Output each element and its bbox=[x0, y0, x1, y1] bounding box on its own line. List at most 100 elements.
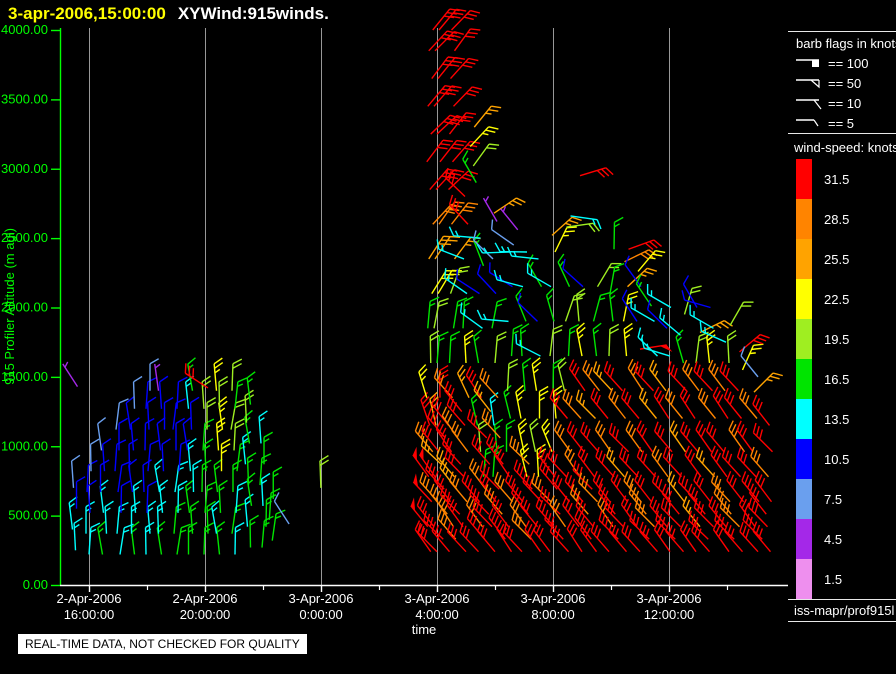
wind-barb bbox=[132, 375, 143, 409]
legend-row-label: == 50 bbox=[828, 75, 862, 91]
y-tick-label: 3500.00 bbox=[1, 91, 48, 106]
colorbar-label: 1.5 bbox=[824, 571, 843, 587]
colorbar-title: wind-speed: knots bbox=[794, 140, 896, 155]
wind-barb bbox=[712, 386, 729, 419]
wind-barb bbox=[754, 470, 773, 503]
wind-barb bbox=[185, 479, 195, 513]
colorbar-swatch bbox=[796, 439, 812, 479]
wind-barb bbox=[638, 387, 658, 419]
wind-barb bbox=[427, 84, 456, 107]
wind-barb bbox=[564, 293, 585, 322]
wind-barb bbox=[444, 447, 465, 478]
colorbar-entry: 19.5 bbox=[788, 319, 896, 359]
x-tick-time: 8:00:00 bbox=[531, 607, 574, 622]
wind-barb bbox=[473, 105, 502, 128]
wind-barb bbox=[527, 254, 543, 288]
barb-legend-title: barb flags in knots bbox=[796, 36, 896, 51]
wind-barb bbox=[580, 421, 600, 453]
wind-barb bbox=[564, 445, 581, 478]
wind-barb bbox=[73, 517, 83, 551]
pennant-open-icon bbox=[796, 79, 820, 89]
wind-barb bbox=[627, 267, 658, 288]
legend-row-label: == 100 bbox=[828, 55, 869, 71]
wind-barb bbox=[482, 196, 498, 222]
wind-barb bbox=[182, 416, 192, 451]
wind-barb bbox=[418, 364, 428, 398]
full-barb-icon bbox=[796, 99, 822, 110]
wind-barb bbox=[130, 521, 140, 555]
colorbar-entry: 25.5 bbox=[788, 239, 896, 279]
pennant-filled-icon bbox=[796, 59, 819, 67]
wind-barb bbox=[158, 375, 169, 409]
wind-barb bbox=[125, 396, 135, 430]
wind-barb bbox=[494, 331, 507, 364]
wind-barb bbox=[114, 439, 127, 472]
wind-barb bbox=[451, 420, 469, 453]
wind-barb bbox=[549, 324, 563, 357]
wind-barb bbox=[697, 387, 717, 419]
wind-barb bbox=[476, 264, 497, 295]
wind-barb bbox=[476, 309, 509, 323]
wind-barb bbox=[420, 391, 431, 426]
wind-barb bbox=[621, 521, 641, 553]
colorbar-swatch bbox=[796, 359, 812, 399]
wind-barb bbox=[479, 367, 499, 399]
watermark-bottom-divider bbox=[788, 621, 896, 622]
wind-barb bbox=[618, 447, 639, 478]
wind-barb bbox=[493, 197, 526, 214]
wind-barb bbox=[515, 384, 525, 419]
colorbar-entry: 31.5 bbox=[788, 159, 896, 199]
wind-barb bbox=[258, 410, 268, 444]
wind-barb bbox=[203, 438, 214, 472]
wind-barb bbox=[158, 479, 169, 513]
wind-barb bbox=[592, 292, 611, 322]
wind-barb bbox=[608, 323, 620, 357]
wind-barb bbox=[627, 358, 644, 392]
x-tick-date: 3-Apr-2006 bbox=[404, 591, 469, 606]
colorbar-swatch bbox=[796, 519, 812, 559]
wind-barb bbox=[434, 31, 464, 52]
wind-barb bbox=[220, 438, 231, 472]
wind-barb bbox=[545, 287, 555, 322]
wind-barb bbox=[736, 420, 754, 453]
half-barb-icon bbox=[796, 119, 819, 127]
wind-barb bbox=[466, 508, 486, 540]
wind-barb bbox=[726, 330, 737, 364]
wind-barb bbox=[596, 262, 622, 288]
wind-barb bbox=[104, 500, 114, 534]
wind-barb bbox=[101, 438, 112, 472]
wind-barb bbox=[592, 322, 602, 357]
wind-barb bbox=[189, 500, 200, 534]
wind-barb bbox=[444, 380, 463, 413]
y-tick-label: 500.00 bbox=[8, 508, 48, 523]
legend-row: == 10 bbox=[788, 93, 896, 113]
wind-barb bbox=[130, 417, 140, 451]
y-tick-label: 0.00 bbox=[23, 577, 48, 592]
wind-barb bbox=[679, 386, 696, 419]
watermark-label: iss-mapr/prof915l bbox=[794, 603, 895, 618]
wind-barb bbox=[215, 521, 226, 555]
wind-barb bbox=[736, 447, 757, 478]
colorbar-label: 7.5 bbox=[824, 491, 843, 507]
colorbar-swatch bbox=[796, 319, 812, 359]
colorbar-label: 10.5 bbox=[824, 451, 850, 467]
wind-barb bbox=[741, 343, 764, 371]
wind-barb bbox=[436, 331, 449, 364]
wind-barb bbox=[89, 438, 100, 472]
wind-barb bbox=[721, 446, 742, 478]
wind-barb bbox=[189, 396, 200, 430]
wind-barb bbox=[753, 372, 783, 393]
y-tick-label: 3000.00 bbox=[1, 161, 48, 176]
legend-row: == 5 bbox=[788, 113, 896, 133]
colorbar-label: 16.5 bbox=[824, 371, 850, 387]
colorbar-label: 31.5 bbox=[824, 171, 850, 187]
wind-barb bbox=[448, 330, 461, 364]
legend-row: == 50 bbox=[788, 73, 896, 93]
wind-barb bbox=[87, 479, 97, 513]
colorbar-label: 4.5 bbox=[824, 531, 843, 547]
wind-barb bbox=[75, 476, 86, 509]
colorbar-swatch bbox=[796, 559, 812, 599]
wind-barb bbox=[231, 502, 246, 534]
wind-barb bbox=[557, 253, 571, 287]
wind-barb bbox=[521, 357, 532, 391]
